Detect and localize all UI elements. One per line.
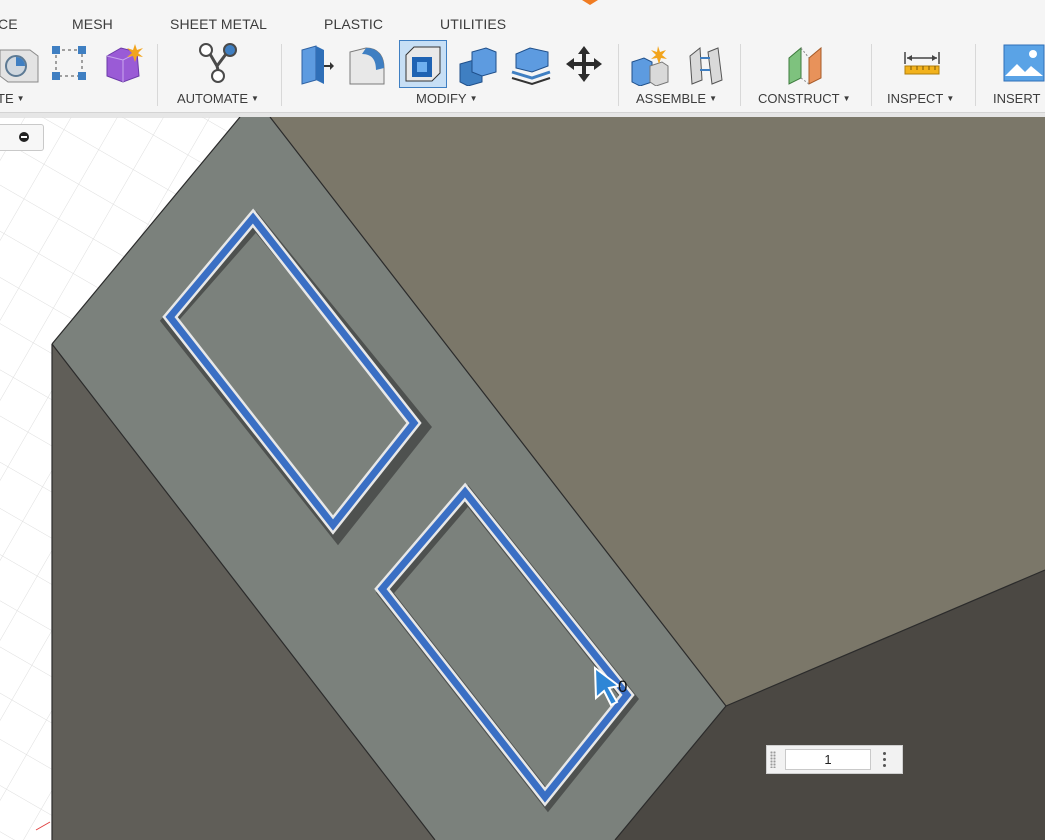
automate-icon[interactable] [196,42,240,84]
shell-button[interactable] [399,40,447,88]
viewcube-zoom-control[interactable] [0,124,44,151]
count-input[interactable] [785,749,871,770]
create-menu[interactable]: TE ▼ [0,91,25,106]
form-icon[interactable] [103,42,145,84]
offset-face-icon[interactable] [510,44,554,86]
joint-icon[interactable] [686,44,728,86]
separator [975,44,976,106]
construct-plane-icon[interactable] [785,44,827,86]
sketch-icon[interactable] [50,44,90,84]
tab-sheet-metal[interactable]: SHEET METAL [170,16,267,32]
canvas-viewport[interactable] [0,117,1045,840]
tab-surface[interactable]: CE [0,16,18,32]
insert-menu[interactable]: INSERT [993,91,1040,106]
count-input-panel [766,745,903,774]
minus-icon[interactable] [19,132,29,142]
new-component-icon[interactable] [630,44,672,86]
insert-image-icon[interactable] [1003,44,1045,84]
shell-icon [405,46,441,82]
automate-label: AUTOMATE [177,91,249,106]
move-icon[interactable] [564,44,606,86]
more-options-icon[interactable] [883,752,887,768]
modify-label: MODIFY [416,91,467,106]
tab-mesh[interactable]: MESH [72,16,113,32]
drag-handle-icon[interactable] [770,751,776,768]
separator [281,44,282,106]
construct-label: CONSTRUCT [758,91,840,106]
revolve-icon[interactable] [0,44,40,86]
separator [618,44,619,106]
cursor-tooltip-value: 0 [618,677,628,696]
separator [871,44,872,106]
measure-icon[interactable] [903,50,943,80]
inspect-label: INSPECT [887,91,944,106]
separator [740,44,741,106]
modify-menu[interactable]: MODIFY ▼ [416,91,477,106]
combine-icon[interactable] [456,44,500,86]
inspect-menu[interactable]: INSPECT ▼ [887,91,954,106]
automate-menu[interactable]: AUTOMATE ▼ [177,91,259,106]
fillet-icon[interactable] [346,44,390,86]
press-pull-icon[interactable] [296,44,338,86]
toolbar: CE MESH SHEET METAL PLASTIC UTILITIES TE… [0,0,1045,112]
assemble-label: ASSEMBLE [636,91,707,106]
construct-menu[interactable]: CONSTRUCT ▼ [758,91,851,106]
tab-utilities[interactable]: UTILITIES [440,16,506,32]
assemble-menu[interactable]: ASSEMBLE ▼ [636,91,717,106]
app-marker-icon [582,0,598,5]
separator [157,44,158,106]
tab-plastic[interactable]: PLASTIC [324,16,383,32]
create-label: TE [0,91,14,106]
insert-label: INSERT [993,91,1041,106]
